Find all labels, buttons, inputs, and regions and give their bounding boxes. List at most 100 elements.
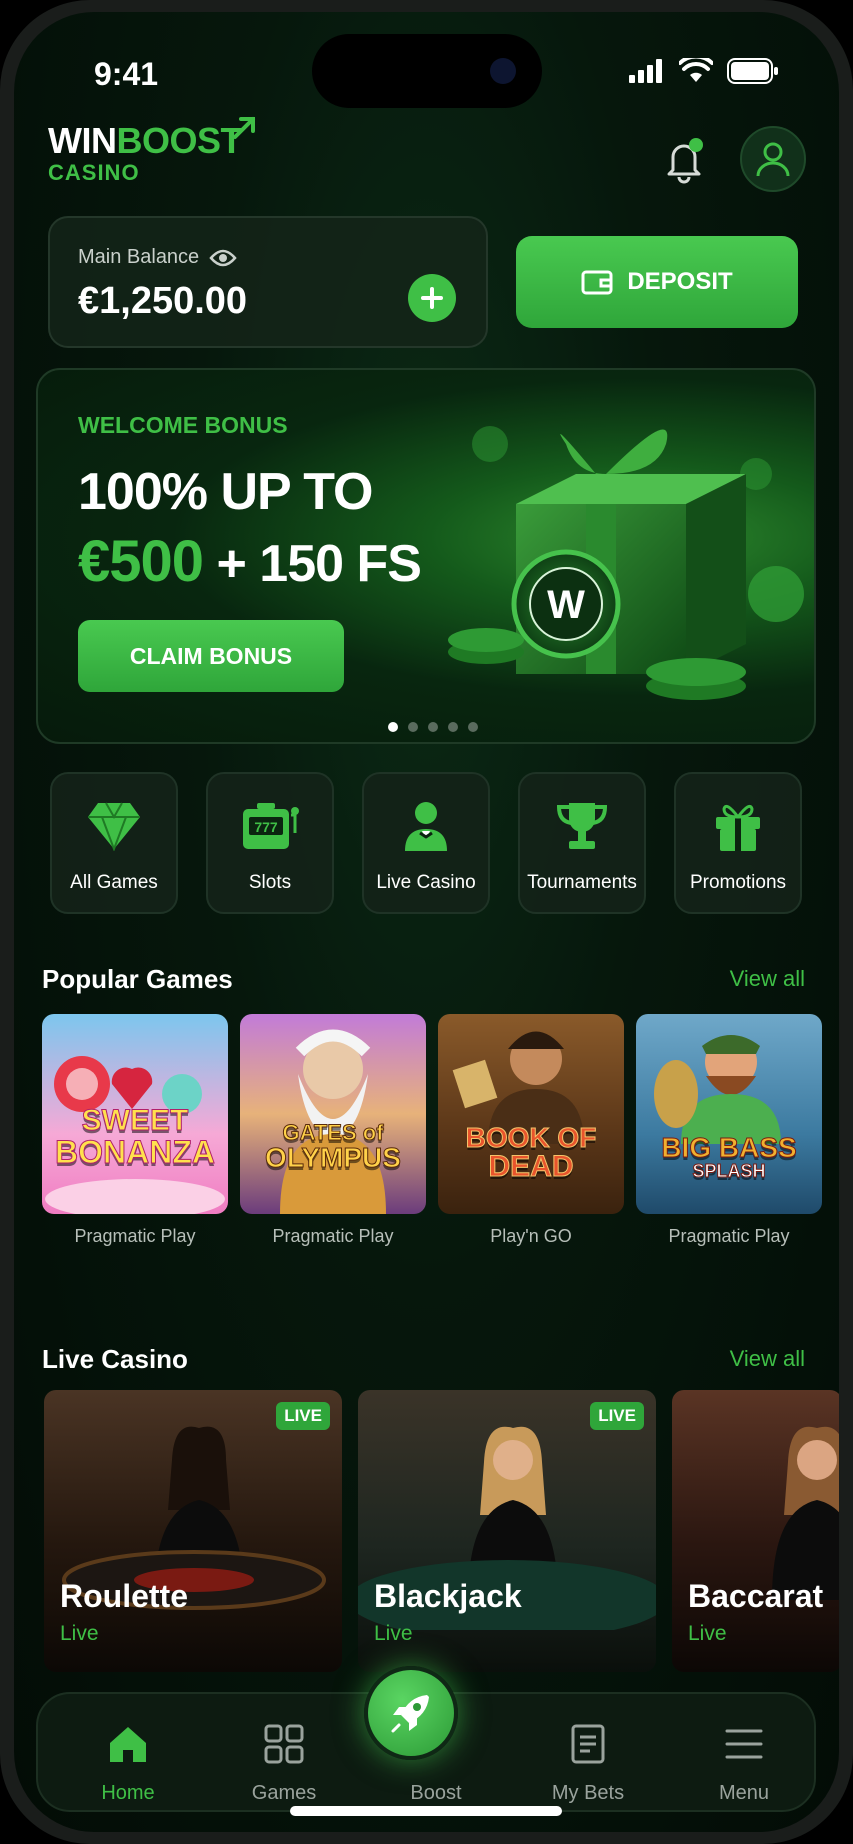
game-provider: Pragmatic Play: [74, 1226, 196, 1246]
plus-icon: [421, 287, 443, 309]
game-provider: Pragmatic Play: [668, 1226, 790, 1246]
balance-label-row: Main Balance: [78, 246, 237, 269]
wallet-icon: [581, 270, 613, 295]
grid-icon: [264, 1724, 304, 1764]
game-thumbnail: BIG BASS SPLASH: [636, 1014, 822, 1214]
promo-banner[interactable]: WELCOME BONUS 100% UP TO €500 + 150 FS C…: [36, 368, 816, 744]
claim-bonus-button[interactable]: CLAIM BONUS: [78, 620, 344, 692]
game-card[interactable]: BOOK OF DEAD Play'n GO: [438, 1014, 624, 1247]
nav-label: Boost: [410, 1782, 462, 1804]
category-row: All Games 777 Slots Live Casino Tourname…: [50, 772, 802, 914]
add-funds-button[interactable]: [408, 274, 456, 322]
live-casino-title: Live Casino: [42, 1344, 188, 1374]
status-time: 9:41: [94, 56, 159, 92]
balance-label: Main Balance: [78, 246, 200, 268]
game-title-line1: BOOK OF: [465, 1122, 597, 1153]
status-icons: [629, 58, 779, 84]
gift-icon: [716, 804, 760, 851]
live-table-card[interactable]: Baccarat Live: [672, 1390, 839, 1672]
game-thumbnail: BOOK OF DEAD: [438, 1014, 624, 1214]
nav-home[interactable]: Home: [58, 1722, 198, 1805]
nav-menu[interactable]: Menu: [674, 1722, 814, 1805]
category-label: Slots: [248, 872, 292, 893]
signal-icon: [629, 59, 662, 83]
game-thumbnail: GATES of OLYMPUS: [240, 1014, 426, 1214]
game-provider: Play'n GO: [490, 1226, 572, 1246]
balance-value: €1,250.00: [78, 280, 248, 322]
category-label: Promotions: [689, 872, 787, 893]
promo-extra: + 150 FS: [216, 535, 421, 593]
carousel-dot[interactable]: [408, 722, 418, 732]
live-table-status: Live: [688, 1622, 727, 1645]
live-table-name: Roulette: [60, 1578, 188, 1614]
category-tournaments[interactable]: Tournaments: [518, 772, 646, 914]
category-label: Live Casino: [376, 872, 476, 893]
trophy-icon: [556, 803, 608, 849]
category-slots[interactable]: 777 Slots: [206, 772, 334, 914]
category-live-casino[interactable]: Live Casino: [362, 772, 490, 914]
nav-label: Home: [101, 1782, 155, 1804]
promo-amount: €500: [78, 529, 204, 594]
dealer-figure: [772, 1426, 839, 1600]
svg-text:W: W: [547, 583, 585, 627]
bell-icon: [667, 138, 703, 184]
nav-label: My Bets: [551, 1782, 625, 1804]
live-table-card[interactable]: LIVE Roulette Live: [44, 1390, 342, 1672]
nav-label: Games: [251, 1782, 317, 1804]
live-table-status: Live: [374, 1622, 413, 1645]
game-thumbnail: SWEET BONANZA: [42, 1014, 228, 1214]
game-title-line2: OLYMPUS: [265, 1142, 402, 1173]
home-icon: [110, 1727, 146, 1762]
menu-icon: [725, 1729, 763, 1759]
explorer-art: [452, 1031, 584, 1144]
carousel-dot[interactable]: [428, 722, 438, 732]
live-badge: LIVE: [590, 1402, 644, 1430]
live-table-name: Baccarat: [688, 1578, 824, 1614]
nav-label: Menu: [718, 1782, 770, 1804]
phone-frame: 9:41 WINBOOST CASINO Main Balance €1,250…: [0, 0, 853, 1844]
live-badge: LIVE: [276, 1402, 330, 1430]
carousel-dot[interactable]: [468, 722, 478, 732]
gift-box-illustration: W: [448, 426, 804, 700]
category-label: All Games: [70, 872, 158, 893]
dealer-icon: [405, 802, 447, 851]
rocket-icon: [391, 1695, 429, 1733]
carousel-dot[interactable]: [388, 722, 398, 732]
brand-logo[interactable]: WINBOOST CASINO: [48, 117, 255, 186]
wifi-icon: [679, 58, 713, 82]
live-table-card[interactable]: LIVE Blackjack Live: [358, 1390, 656, 1672]
popular-view-all-link[interactable]: View all: [730, 966, 805, 992]
live-table-name: Blackjack: [374, 1578, 522, 1614]
notifications-button[interactable]: [659, 134, 709, 184]
svg-text:777: 777: [254, 819, 278, 835]
battery-icon: [727, 58, 778, 84]
receipt-icon: [571, 1724, 605, 1764]
popular-games-title: Popular Games: [42, 964, 233, 994]
game-title-line1: BIG BASS: [661, 1132, 797, 1163]
home-indicator[interactable]: [290, 1806, 562, 1816]
eye-icon[interactable]: [209, 248, 237, 268]
carousel-dots[interactable]: [388, 722, 478, 732]
deposit-button[interactable]: DEPOSIT: [516, 236, 798, 328]
game-title-line2: BONANZA: [55, 1134, 216, 1170]
live-view-all-link[interactable]: View all: [730, 1346, 805, 1372]
carousel-dot[interactable]: [448, 722, 458, 732]
diamond-icon: [88, 802, 140, 851]
nav-games[interactable]: Games: [214, 1722, 354, 1805]
fisherman-art: [654, 1035, 781, 1144]
category-promotions[interactable]: Promotions: [674, 772, 802, 914]
deposit-label: DEPOSIT: [627, 268, 733, 295]
game-title-line1: SWEET: [81, 1104, 189, 1137]
popular-games-row: SWEET BONANZA Pragmatic Play GATES of OL…: [42, 1014, 822, 1247]
game-provider: Pragmatic Play: [272, 1226, 394, 1246]
logo-win-text: WIN: [48, 120, 117, 161]
game-card[interactable]: BIG BASS SPLASH Pragmatic Play: [636, 1014, 822, 1247]
game-card[interactable]: GATES of OLYMPUS Pragmatic Play: [240, 1014, 426, 1247]
profile-button[interactable]: [740, 126, 806, 192]
game-title-line2: SPLASH: [692, 1161, 766, 1181]
nav-my-bets[interactable]: My Bets: [518, 1722, 658, 1805]
game-card[interactable]: SWEET BONANZA Pragmatic Play: [42, 1014, 228, 1247]
category-all-games[interactable]: All Games: [50, 772, 178, 914]
live-casino-row: LIVE Roulette Live LIVE Blackjack Live B…: [44, 1390, 839, 1672]
boost-button[interactable]: [364, 1666, 458, 1760]
